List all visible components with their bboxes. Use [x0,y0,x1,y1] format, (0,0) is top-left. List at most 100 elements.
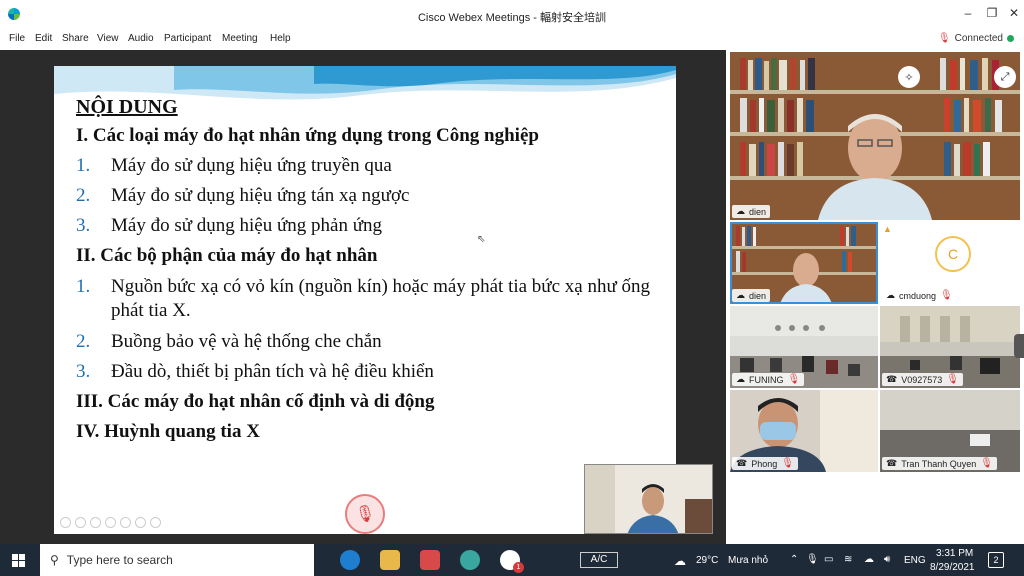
notification-badge: 1 [513,562,524,573]
section-title: III. Các máy đo hạt nhân cố định và di đ… [76,391,435,412]
participant-label: ☎ Phong 🎙︎ [732,457,798,470]
menu-audio[interactable]: Audio [128,33,154,44]
weather-icon: ☁ [674,554,686,568]
next-slide-icon[interactable] [75,517,86,528]
list-text: Nguồn bức xạ có vỏ kín (nguồn kín) hoặc … [111,276,651,321]
menu-edit[interactable]: Edit [35,33,52,44]
search-placeholder: Type here to search [66,553,173,567]
slide-heading: NỘI DUNG [76,96,178,118]
muted-mic-icon: 🎙︎ [354,506,376,523]
avatar: C [935,236,971,272]
participant-label: ☁ FUNING 🎙︎ [732,373,805,386]
mouse-cursor-icon: ⇖ [477,234,486,245]
menu-participant[interactable]: Participant [164,33,211,44]
menu-file[interactable]: File [9,33,25,44]
active-speaker-video [730,52,1020,220]
participant-tile-v0927573[interactable]: ☎ V0927573 🎙︎ [880,306,1020,388]
windows-start-icon[interactable] [12,554,25,567]
pen-icon[interactable] [90,517,101,528]
clock-time[interactable]: 3:31 PM [936,548,973,559]
list-number: 2. [76,185,91,206]
pin-icon[interactable]: ✧ [898,66,920,88]
participant-name: Tran Thanh Quyen [901,458,977,469]
muted-mic-icon: 🎙︎ [937,33,951,44]
list-item: 1. Nguồn bức xạ có vỏ kín (nguồn kín) hoặ… [76,271,656,327]
language-indicator[interactable]: ENG [904,555,926,566]
participant-name: cmduong [899,290,937,301]
weather-temp[interactable]: 29°C [696,555,718,566]
section-title: I. Các loại máy đo hạt nhân ứng dụng tro… [76,125,539,146]
app-grid-icon[interactable] [420,550,440,570]
section-title: II. Các bộ phận của máy đo hạt nhân [76,245,378,266]
expand-icon[interactable]: ⤢ [994,66,1016,88]
windows-taskbar: ⚲ Type here to search 1 A/C ☁ 29°C Mưa n… [0,544,1024,576]
participant-label: ☁ dien [732,205,771,218]
more-icon[interactable] [150,517,161,528]
section-title: IV. Huỳnh quang tia X [76,421,260,442]
list-text: Buồng bảo vệ và hệ thống che chắn [111,331,382,352]
minimize-button[interactable]: – [958,6,978,20]
menu-share[interactable]: Share [62,33,89,44]
participant-icon: ☁ [736,290,745,300]
participant-label: ☁ cmduong 🎙︎ [882,289,957,302]
connected-dot-icon [1007,35,1014,42]
webex-taskbar-icon[interactable] [460,550,480,570]
phone-icon: ☎ [886,374,898,384]
zoom-icon[interactable] [120,517,131,528]
zoom-taskbar-icon[interactable]: 1 [500,550,524,573]
menu-help[interactable]: Help [270,33,291,44]
participant-tile-cmduong[interactable]: ▲ C ☁ cmduong 🎙︎ [880,222,1020,304]
panel-next-page-handle[interactable] [1014,334,1024,358]
prev-slide-icon[interactable] [60,517,71,528]
muted-mic-icon: 🎙︎ [980,458,993,469]
muted-mic-icon: 🎙︎ [781,458,794,469]
participant-icon: ☁ [736,206,745,216]
clock-date[interactable]: 8/29/2021 [930,562,975,573]
subtitle-icon[interactable] [135,517,146,528]
mic-tray-icon[interactable]: 🎙︎ [806,554,819,565]
muted-mic-icon: 🎙︎ [787,374,801,385]
close-button[interactable]: ✕ [1004,6,1024,20]
list-number: 3. [76,361,91,382]
window-title: Cisco Webex Meetings - 輻射安全培訓 [417,12,607,24]
menu-meeting[interactable]: Meeting [222,33,258,44]
active-speaker-tile[interactable]: ✧ ⤢ ☁ dien [730,52,1020,220]
list-number: 3. [76,215,91,236]
slides-icon[interactable] [105,517,116,528]
participant-icon: ☁ [886,290,895,300]
participant-tile-tran-thanh-quyen[interactable]: ☎ Tran Thanh Quyen 🎙︎ [880,390,1020,472]
participant-tile-funing[interactable]: ☁ FUNING 🎙︎ [730,306,878,388]
participant-name: FUNING [749,374,784,385]
notification-center-icon[interactable]: 2 [988,552,1004,568]
ac-indicator[interactable]: A/C [580,552,618,568]
menu-view[interactable]: View [97,33,119,44]
self-view-video[interactable] [584,464,713,534]
participant-tile-phong[interactable]: ☎ Phong 🎙︎ [730,390,878,472]
list-number: 1. [76,155,91,176]
wifi-icon[interactable]: ≋ [844,554,852,565]
weather-desc[interactable]: Mưa nhỏ [728,555,768,566]
list-item: 3. Máy đo sử dụng hiệu ứng phản ứng [76,211,656,241]
list-item: 2. Máy đo sử dụng hiệu ứng tán xạ ngược [76,181,656,211]
list-item: 2. Buồng bảo vệ và hệ thống che chắn [76,327,656,357]
taskbar-search-box[interactable]: ⚲ Type here to search [40,544,314,576]
list-item: 3. Đầu dò, thiết bị phân tích và hệ điều … [76,357,656,387]
cloud-icon[interactable]: ☁ [864,554,874,565]
edge-browser-icon[interactable] [340,550,360,570]
connection-label: Connected [954,33,1003,44]
volume-icon[interactable]: 🔊︎ [884,554,890,565]
list-number: 1. [76,276,91,297]
participant-label: ☎ Tran Thanh Quyen 🎙︎ [882,457,997,470]
network-icon[interactable]: ▭ [824,554,833,565]
tray-chevron-icon[interactable]: ⌃ [790,554,798,565]
list-text: Máy đo sử dụng hiệu ứng tán xạ ngược [111,185,410,206]
participant-tile-dien[interactable]: ☁ dien [730,222,878,304]
slide-content: NỘI DUNG I. Các loại máy đo hạt nhân ứng… [76,96,656,447]
file-explorer-icon[interactable] [380,550,400,570]
list-text: Máy đo sử dụng hiệu ứng phản ứng [111,215,383,236]
mute-button[interactable]: 🎙︎ [345,494,385,534]
maximize-button[interactable]: ❐ [982,6,1002,20]
participant-icon: ☁ [736,374,745,384]
menu-bar: File Edit Share View Audio Participant M… [0,30,1024,48]
participant-name: V0927573 [901,374,943,385]
